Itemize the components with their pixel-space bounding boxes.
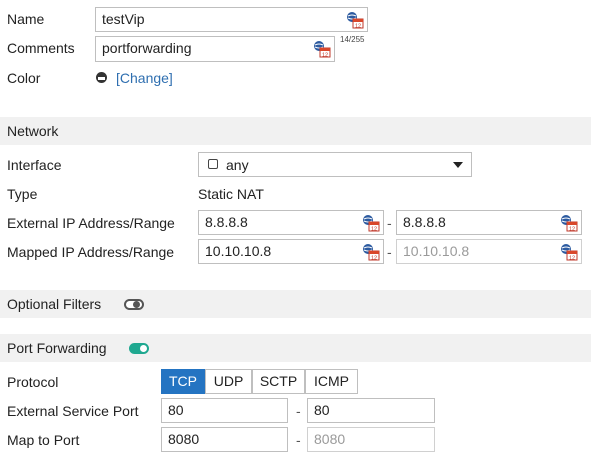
optional-filters-toggle[interactable] [124, 299, 144, 310]
mapped-ip-start-input[interactable]: 10.10.10.8 [198, 239, 384, 264]
network-section-header: Network [0, 117, 591, 145]
svg-text:12: 12 [371, 256, 377, 262]
protocol-label: Protocol [7, 374, 59, 390]
svg-text:12: 12 [371, 227, 377, 233]
map-port-range-separator: - [296, 432, 301, 448]
color-swatch-icon [96, 72, 107, 83]
calendar-globe-icon[interactable]: 12 [362, 214, 380, 232]
external-port-start-input[interactable]: 80 [161, 398, 288, 423]
name-label: Name [7, 11, 45, 27]
map-to-port-label: Map to Port [7, 432, 80, 448]
svg-text:12: 12 [355, 24, 361, 30]
port-forwarding-title: Port Forwarding [7, 340, 107, 356]
interface-checkbox-icon [208, 159, 218, 169]
svg-text:12: 12 [569, 227, 575, 233]
comments-char-counter: 14/255 [340, 35, 365, 44]
mapped-ip-end-input[interactable]: 10.10.10.8 [396, 239, 582, 264]
external-port-end-input[interactable]: 80 [307, 398, 435, 423]
map-port-end-input[interactable]: 8080 [307, 427, 435, 452]
comments-input[interactable]: portforwarding [95, 36, 335, 62]
interface-value: any [226, 157, 249, 173]
name-input[interactable]: testVip [95, 7, 368, 32]
color-change-link[interactable]: [Change] [116, 69, 173, 87]
external-port-range-separator: - [296, 403, 301, 419]
external-ip-range-separator: - [387, 215, 392, 231]
protocol-udp-button[interactable]: UDP [205, 369, 252, 394]
type-value: Static NAT [198, 186, 264, 202]
mapped-ip-label: Mapped IP Address/Range [7, 244, 175, 260]
mapped-ip-range-separator: - [387, 244, 392, 260]
type-label: Type [7, 186, 38, 202]
calendar-globe-icon[interactable]: 12 [313, 40, 331, 58]
external-ip-start-input[interactable]: 8.8.8.8 [198, 210, 384, 235]
svg-text:12: 12 [569, 256, 575, 262]
protocol-sctp-button[interactable]: SCTP [252, 369, 305, 394]
port-forwarding-toggle[interactable] [129, 343, 149, 354]
calendar-globe-icon[interactable]: 12 [560, 214, 578, 232]
protocol-tcp-button[interactable]: TCP [161, 369, 205, 394]
optional-filters-title: Optional Filters [7, 296, 102, 312]
map-port-start-input[interactable]: 8080 [161, 427, 288, 452]
interface-dropdown[interactable]: any [198, 152, 472, 177]
comments-label: Comments [7, 40, 75, 56]
external-ip-label: External IP Address/Range [7, 215, 175, 231]
calendar-globe-icon[interactable]: 12 [346, 11, 364, 29]
svg-text:12: 12 [322, 53, 328, 59]
port-forwarding-section-header: Port Forwarding [0, 334, 591, 362]
optional-filters-section-header: Optional Filters [0, 290, 591, 318]
external-ip-end-input[interactable]: 8.8.8.8 [396, 210, 582, 235]
toggle-knob [140, 345, 147, 352]
calendar-globe-icon[interactable]: 12 [362, 243, 380, 261]
interface-label: Interface [7, 157, 62, 173]
calendar-globe-icon[interactable]: 12 [560, 243, 578, 261]
external-service-port-label: External Service Port [7, 403, 139, 419]
network-section-title: Network [7, 123, 59, 139]
chevron-down-icon [453, 162, 463, 168]
toggle-knob [133, 301, 140, 308]
protocol-icmp-button[interactable]: ICMP [305, 369, 358, 394]
color-label: Color [7, 70, 41, 86]
